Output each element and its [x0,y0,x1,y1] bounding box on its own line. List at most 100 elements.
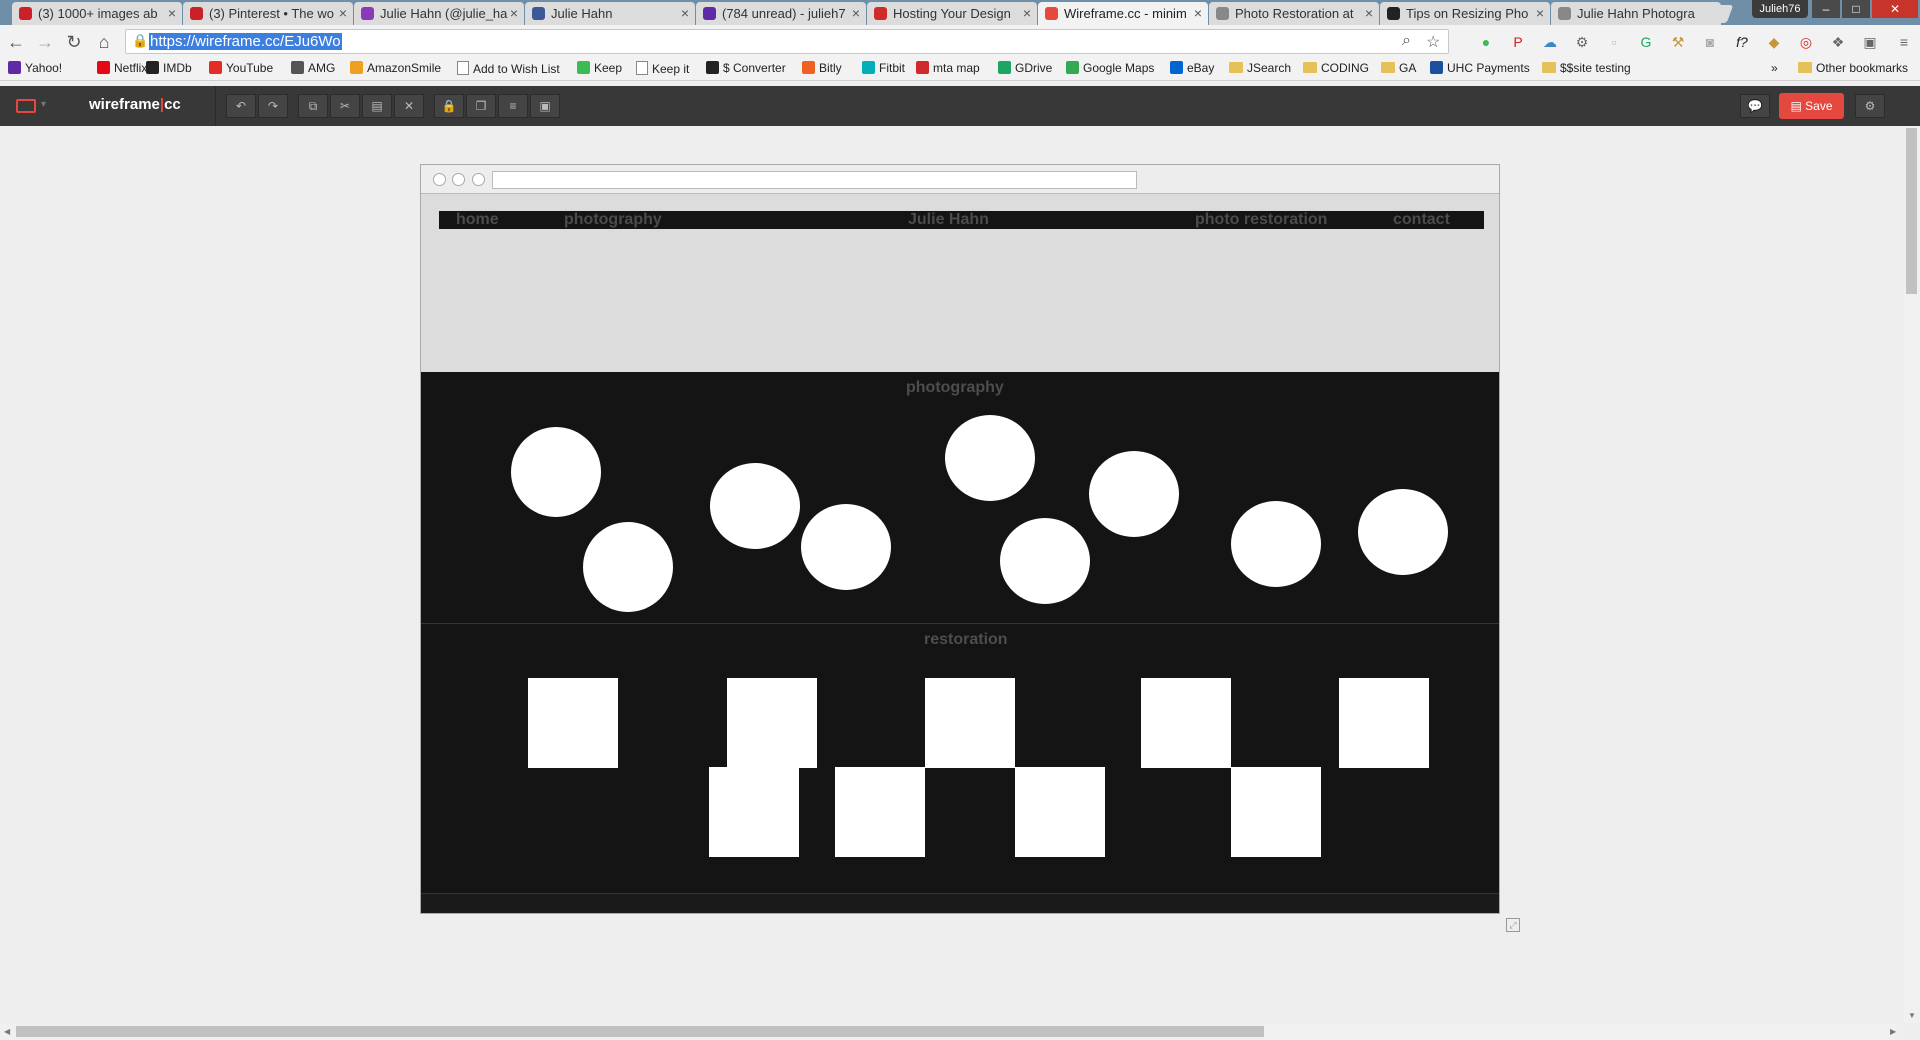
photo-placeholder-circle[interactable] [801,504,891,590]
photo-placeholder-circle[interactable] [1231,501,1321,587]
vertical-scrollbar[interactable]: ▼ [1903,126,1920,1023]
duplicate-icon[interactable]: ❐ [466,94,496,118]
scroll-down-icon[interactable]: ▼ [1908,1011,1916,1020]
paste-icon[interactable]: ▤ [362,94,392,118]
nav-photo-restoration[interactable]: photo restoration [1195,211,1327,229]
photo-placeholder-circle[interactable] [710,463,800,549]
resize-handle-icon[interactable]: ⤢ [1506,918,1520,932]
horizontal-scroll-thumb[interactable] [16,1026,1264,1037]
restoration-placeholder-square[interactable] [1231,767,1321,857]
photo-placeholder-circle[interactable] [1358,489,1448,575]
forward-icon[interactable]: → [33,30,57,54]
close-tab-icon[interactable]: × [168,5,176,21]
other-bookmarks[interactable]: Other bookmarks [1798,61,1908,75]
font-icon[interactable]: f? [1732,32,1752,52]
browser-tab[interactable]: Wireframe.cc - minim × [1038,2,1208,25]
settings-extension-icon[interactable]: ⚙ [1572,32,1592,52]
redo-icon[interactable]: ↷ [258,94,288,118]
close-tab-icon[interactable]: × [1536,5,1544,21]
close-tab-icon[interactable]: × [1194,5,1202,21]
restoration-placeholder-square[interactable] [1141,678,1231,768]
browser-tab[interactable]: (784 unread) - julieh7 × [696,2,866,25]
vertical-scroll-thumb[interactable] [1906,128,1917,294]
nav-photography[interactable]: photography [564,211,662,229]
reload-icon[interactable]: ↻ [62,30,86,54]
bookmark-item[interactable]: Keep it [636,61,689,76]
restoration-placeholder-square[interactable] [1015,767,1105,857]
restoration-placeholder-square[interactable] [835,767,925,857]
bookmark-item[interactable]: Netflix [97,61,147,75]
page-extension-icon[interactable]: ▫ [1604,32,1624,52]
comment-icon[interactable]: 💬 [1740,94,1770,118]
align-icon[interactable]: ≡ [498,94,528,118]
browser-tab[interactable]: Photo Restoration at × [1209,2,1379,25]
home-icon[interactable]: ⌂ [92,30,116,54]
browser-tab[interactable]: Hosting Your Design × [867,2,1037,25]
hammer-icon[interactable]: ⚒ [1668,32,1688,52]
bookmark-item[interactable]: AmazonSmile [350,61,441,75]
photo-placeholder-circle[interactable] [583,522,673,612]
bookmark-item[interactable]: AMG [291,61,335,75]
settings-icon[interactable]: ⚙ [1855,94,1885,118]
minimize-icon[interactable]: – [1812,0,1840,18]
lock-icon[interactable]: 🔒 [434,94,464,118]
bookmark-item[interactable]: UHC Payments [1430,61,1530,75]
bookmarks-overflow-icon[interactable]: » [1771,61,1778,75]
restoration-section[interactable]: restoration [421,624,1499,893]
close-window-icon[interactable]: ✕ [1872,0,1918,18]
cut-icon[interactable]: ✂ [330,94,360,118]
bookmark-item[interactable]: Add to Wish List [457,61,560,76]
honey-icon[interactable]: ◆ [1764,32,1784,52]
close-tab-icon[interactable]: × [510,5,518,21]
bookmark-item[interactable]: $$site testing [1542,61,1631,75]
photo-extension-icon[interactable]: ▣ [1860,32,1880,52]
star-icon[interactable]: ☆ [1426,32,1440,52]
site-navbar[interactable]: home photography Julie Hahn photo restor… [439,211,1484,229]
photo-placeholder-circle[interactable] [1000,518,1090,604]
pinterest-extension-icon[interactable]: P [1508,32,1528,52]
maximize-icon[interactable]: □ [1842,0,1870,18]
scroll-left-icon[interactable]: ◀ [4,1027,10,1036]
close-tab-icon[interactable]: × [852,5,860,21]
bookmark-item[interactable]: $ Converter [706,61,786,75]
horizontal-scrollbar[interactable]: ◀ ▶ [0,1023,1903,1040]
photography-heading[interactable]: photography [906,379,1004,397]
chevron-down-icon[interactable]: ▾ [41,99,46,110]
browser-tab[interactable]: Tips on Resizing Pho × [1380,2,1550,25]
bookmark-item[interactable]: GDrive [998,61,1052,75]
copy-icon[interactable]: ⧉ [298,94,328,118]
footer-section[interactable] [421,894,1499,913]
bookmark-item[interactable]: eBay [1170,61,1214,75]
browser-tab[interactable]: Julie Hahn × [525,2,695,25]
wireframe-browser-frame[interactable]: home photography Julie Hahn photo restor… [420,164,1500,914]
bookmark-item[interactable]: Yahoo! [8,61,62,75]
photography-section[interactable]: photography [421,372,1499,623]
bookmark-item[interactable]: Keep [577,61,622,75]
close-tab-icon[interactable]: × [1023,5,1031,21]
restoration-placeholder-square[interactable] [727,678,817,768]
back-icon[interactable]: ← [4,30,28,54]
app-menu-icon[interactable] [16,99,36,113]
restoration-placeholder-square[interactable] [925,678,1015,768]
bookmark-item[interactable]: Bitly [802,61,842,75]
profile-button[interactable]: Julieh76 [1752,0,1808,18]
bookmark-item[interactable]: Google Maps [1066,61,1154,75]
undo-icon[interactable]: ↶ [226,94,256,118]
browser-tab[interactable]: (3) Pinterest • The wo × [183,2,353,25]
site-title[interactable]: Julie Hahn [908,211,989,229]
delete-icon[interactable]: ✕ [394,94,424,118]
close-tab-icon[interactable]: × [339,5,347,21]
search-icon[interactable]: ⌕ [1402,32,1411,50]
save-button[interactable]: ▤ Save [1779,93,1844,119]
cloud-extension-icon[interactable]: ☁ [1540,32,1560,52]
address-bar[interactable]: 🔒 https://wireframe.cc/EJu6Wo ☆ ⌕ [125,29,1449,54]
bookmark-item[interactable]: GA [1381,61,1416,75]
restoration-heading[interactable]: restoration [924,631,1008,649]
restoration-placeholder-square[interactable] [709,767,799,857]
camera-icon[interactable]: ◙ [1700,32,1720,52]
nav-home[interactable]: home [456,211,499,229]
browser-tab[interactable]: Julie Hahn (@julie_ha × [354,2,524,25]
group-icon[interactable]: ▣ [530,94,560,118]
bookmark-item[interactable]: mta map [916,61,980,75]
photo-placeholder-circle[interactable] [1089,451,1179,537]
